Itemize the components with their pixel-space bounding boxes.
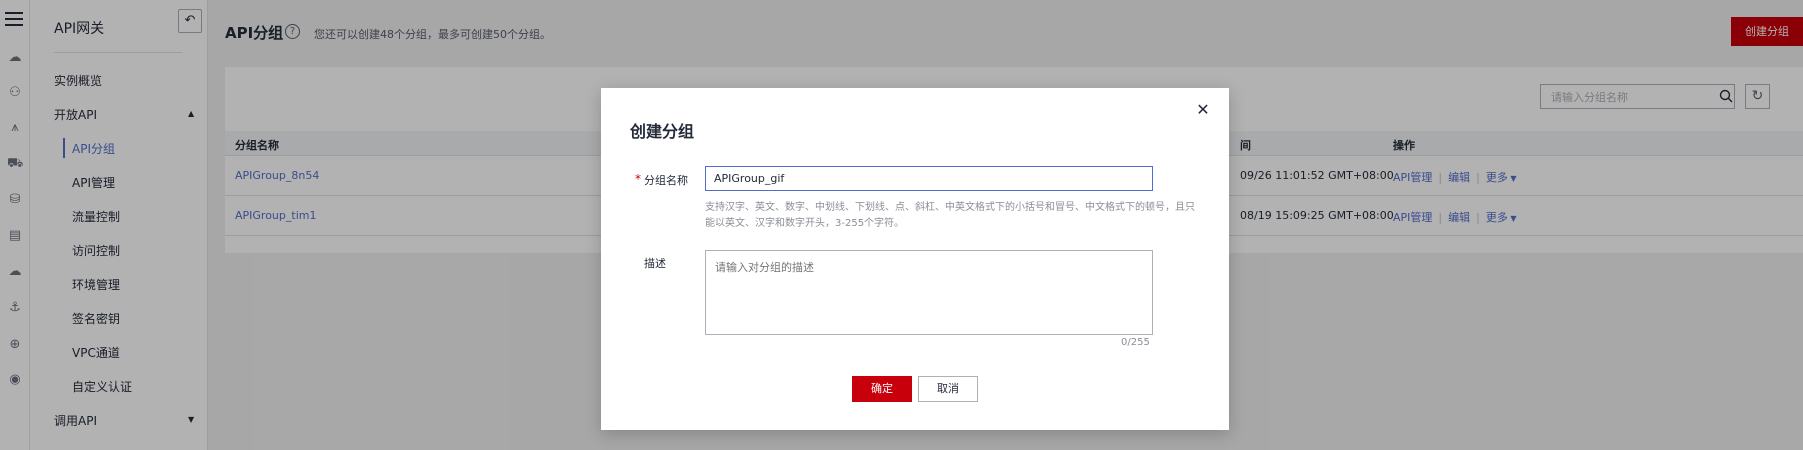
close-icon[interactable]: ✕ [1195,102,1211,118]
char-counter: 0/255 [1121,337,1150,348]
dialog-title: 创建分组 [630,122,695,141]
create-group-dialog: 创建分组 ✕ * 分组名称 支持汉字、英文、数字、中划线、下划线、点、斜杠、中英… [601,88,1229,430]
description-label: 描述 [644,257,666,270]
group-name-label: 分组名称 [644,174,688,187]
group-name-input[interactable] [705,166,1153,191]
group-name-hint: 支持汉字、英文、数字、中划线、下划线、点、斜杠、中英文格式下的小括号和冒号、中文… [705,202,1195,229]
required-marker: * [635,172,641,186]
description-textarea[interactable] [705,250,1153,335]
confirm-button[interactable]: 确定 [852,376,912,402]
cancel-button[interactable]: 取消 [918,376,978,402]
